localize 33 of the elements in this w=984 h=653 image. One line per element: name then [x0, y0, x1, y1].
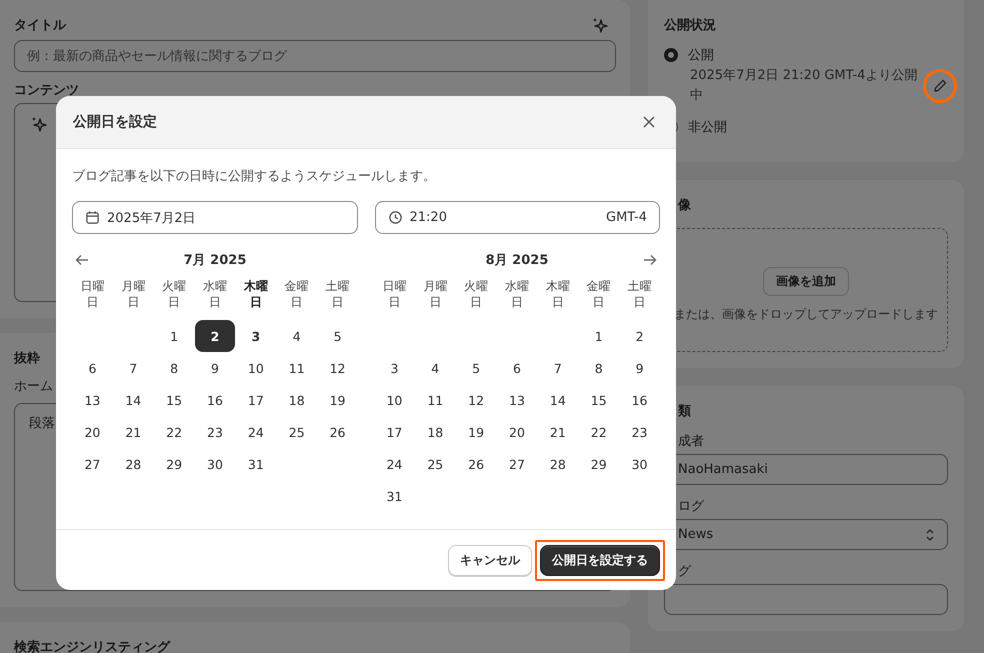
month-title: 7月 2025 — [184, 252, 246, 269]
blog-label: ログ — [677, 498, 706, 515]
weekday-label: 月曜日 — [422, 278, 448, 310]
drop-hint: または、画像をドロップしてアップロードします — [674, 306, 938, 323]
organization-title: 類 — [676, 403, 692, 420]
radio-label: 公開 — [688, 47, 714, 64]
weekday-label: 火曜日 — [161, 278, 188, 310]
excerpt-title: 抜粋 — [14, 350, 41, 367]
weekday-label: 月曜日 — [120, 278, 146, 310]
author-label: 成者 — [677, 433, 705, 450]
title-label: タイトル — [14, 17, 66, 34]
content-label: コンテンツ — [14, 82, 80, 99]
radio-label: 非公開 — [688, 119, 727, 136]
tags-label: グ — [677, 563, 692, 580]
weekday-label: 金曜日 — [284, 278, 310, 310]
weekday-label: 水曜日 — [202, 278, 228, 310]
weekday-label: 火曜日 — [463, 278, 490, 310]
seo-title: 検索エンジンリスティング — [14, 638, 172, 653]
month-title: 8月 2025 — [486, 252, 548, 269]
excerpt-hint: ホーム — [14, 378, 54, 395]
weekday-label: 日曜日 — [381, 278, 408, 310]
weekday-label: 土曜日 — [626, 278, 653, 310]
publish-date-text: 2025年7月2日 21:20 GMT-4より公開中 — [690, 67, 918, 105]
dialog-description: ブログ記事を以下の日時に公開するようスケジュールします。 — [72, 168, 437, 185]
weekday-label: 土曜日 — [324, 278, 351, 310]
dialog-title: 公開日を設定 — [73, 113, 157, 131]
image-title: 像 — [676, 197, 692, 214]
visibility-title: 公開状況 — [664, 17, 717, 34]
weekday-label: 木曜日 — [544, 278, 571, 310]
weekday-label: 木曜日 — [242, 278, 269, 310]
weekday-label: 日曜日 — [79, 278, 106, 310]
weekday-label: 水曜日 — [504, 278, 530, 310]
weekday-label: 金曜日 — [586, 278, 612, 310]
